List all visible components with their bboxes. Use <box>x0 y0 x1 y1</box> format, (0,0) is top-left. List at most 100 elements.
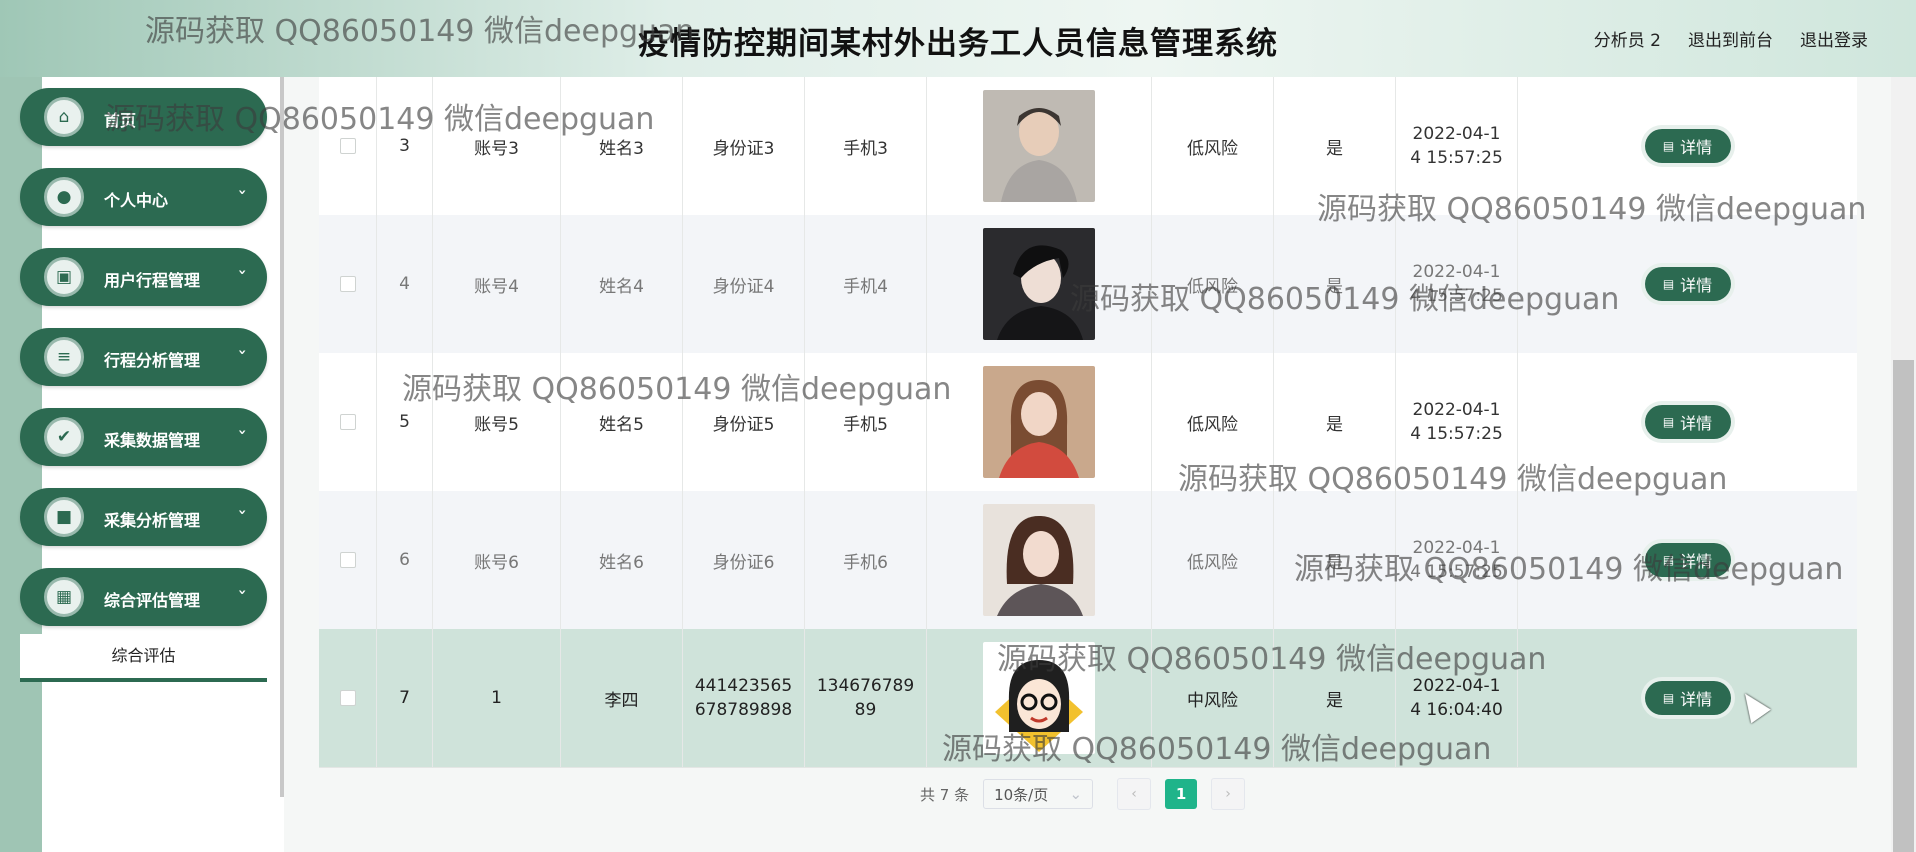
avatar-photo <box>983 504 1095 616</box>
sidebar-item-label: 个人中心 <box>104 191 169 210</box>
cell-name: 姓名5 <box>561 353 683 491</box>
chevron-right-icon: › <box>1225 786 1231 802</box>
cell-index: 3 <box>377 77 433 215</box>
cell-idcard: 身份证5 <box>683 353 805 491</box>
sidebar-item-label: 行程分析管理 <box>104 351 201 370</box>
detail-button[interactable]: ▤ 详情 <box>1644 543 1731 577</box>
person-icon: ● <box>44 177 84 217</box>
cell-account: 账号3 <box>433 77 561 215</box>
detail-button[interactable]: ▤ 详情 <box>1644 681 1731 715</box>
clipboard-check-icon: ✔ <box>44 417 84 457</box>
cell-account: 账号5 <box>433 353 561 491</box>
sidebar: ⌂ 首页 ● 个人中心 › ▣ 用户行程管理 › ≡ 行程分析管理 › ✔ 采集… <box>20 88 267 648</box>
home-icon: ⌂ <box>44 97 84 137</box>
sidebar-item-personal-center[interactable]: ● 个人中心 › <box>20 168 267 226</box>
cell-time-line2: 4 15:57:25 <box>1410 148 1503 168</box>
cell-phone: 手机5 <box>805 353 927 491</box>
cell-time-line1: 2022-04-1 <box>1412 262 1501 282</box>
avatar-photo <box>983 228 1095 340</box>
cell-account: 账号4 <box>433 215 561 353</box>
cell-phone-line2: 89 <box>854 700 877 720</box>
prev-page-button[interactable]: ‹ <box>1117 778 1152 810</box>
cell-index: 7 <box>377 629 433 767</box>
chevron-down-icon: › <box>234 269 251 275</box>
avatar-photo <box>983 90 1095 202</box>
row-checkbox[interactable] <box>339 552 356 568</box>
cell-time-line1: 2022-04-1 <box>1412 538 1501 558</box>
sidebar-item-home[interactable]: ⌂ 首页 <box>20 88 267 146</box>
grid-icon: ▦ <box>44 577 84 617</box>
sidebar-item-collect-analysis[interactable]: ■ 采集分析管理 › <box>20 488 267 546</box>
cell-flag: 是 <box>1274 629 1396 767</box>
cell-idcard: 身份证6 <box>683 491 805 629</box>
avatar-cartoon <box>983 642 1095 754</box>
table-row: 6 账号6 姓名6 身份证6 手机6 低风险 是 2022-04-1 4 15:5… <box>319 491 1857 630</box>
sidebar-item-label: 采集数据管理 <box>104 431 201 450</box>
cell-phone-line1: 134676789 <box>816 676 915 696</box>
sidebar-item-collect-data[interactable]: ✔ 采集数据管理 › <box>20 408 267 466</box>
table-row: 3 账号3 姓名3 身份证3 手机3 低风险 是 2022-04-1 4 15:5… <box>319 77 1857 216</box>
cell-name: 姓名4 <box>561 215 683 353</box>
detail-button[interactable]: ▤ 详情 <box>1644 405 1731 439</box>
current-user[interactable]: 分析员 2 <box>1594 26 1661 51</box>
cell-time-line2: 4 15:57:25 <box>1410 286 1503 306</box>
table-row: 5 账号5 姓名5 身份证5 手机5 低风险 是 2022-04-1 4 15:5… <box>319 353 1857 492</box>
back-to-front-link[interactable]: 退出到前台 <box>1688 26 1773 51</box>
sidebar-item-label: 首页 <box>104 111 137 130</box>
document-icon: ▤ <box>1662 691 1675 705</box>
pagination: 共 7 条 10条/页 ⌄ ‹ 1 › <box>920 778 1259 810</box>
cell-name: 李四 <box>561 629 683 767</box>
cell-time-line1: 2022-04-1 <box>1412 676 1501 696</box>
page-number-current[interactable]: 1 <box>1165 779 1198 809</box>
cell-idcard-line2: 678789898 <box>694 700 793 720</box>
page-size-select[interactable]: 10条/页 ⌄ <box>983 779 1094 809</box>
cell-idcard: 身份证4 <box>683 215 805 353</box>
row-checkbox[interactable] <box>339 138 356 154</box>
top-header: 疫情防控期间某村外出务工人员信息管理系统 分析员 2 退出到前台 退出登录 <box>0 0 1916 77</box>
sidebar-item-trip-analysis[interactable]: ≡ 行程分析管理 › <box>20 328 267 386</box>
chevron-down-icon: › <box>234 189 251 195</box>
sidebar-item-overall-eval[interactable]: ▦ 综合评估管理 › <box>20 568 267 626</box>
chevron-left-icon: ‹ <box>1131 786 1137 802</box>
cell-name: 姓名6 <box>561 491 683 629</box>
logout-link[interactable]: 退出登录 <box>1800 26 1868 51</box>
cell-idcard: 身份证3 <box>683 77 805 215</box>
scrollbar-thumb[interactable] <box>1893 360 1914 852</box>
next-page-button[interactable]: › <box>1211 778 1246 810</box>
cell-index: 6 <box>377 491 433 629</box>
cell-flag: 是 <box>1274 491 1396 629</box>
document-icon: ▤ <box>1662 139 1675 153</box>
cell-time-line2: 4 15:57:25 <box>1410 562 1503 582</box>
row-checkbox[interactable] <box>339 690 356 706</box>
cell-time-line2: 4 15:57:25 <box>1410 424 1503 444</box>
sidebar-item-label: 采集分析管理 <box>104 511 201 530</box>
cell-name: 姓名3 <box>561 77 683 215</box>
avatar-photo <box>983 366 1095 478</box>
clipboard-icon: ▣ <box>44 257 84 297</box>
chevron-down-icon: › <box>234 589 251 595</box>
submenu-item-overall-eval[interactable]: 综合评估 <box>20 634 267 682</box>
cell-account: 1 <box>433 629 561 767</box>
chevron-down-icon: › <box>234 429 251 435</box>
chevron-down-icon: ⌄ <box>1069 785 1083 803</box>
chevron-down-icon: › <box>234 509 251 515</box>
pagination-total: 共 7 条 <box>920 785 970 804</box>
detail-button[interactable]: ▤ 详情 <box>1644 129 1731 163</box>
cell-phone: 手机3 <box>805 77 927 215</box>
cell-risk: 中风险 <box>1152 629 1274 767</box>
cell-flag: 是 <box>1274 77 1396 215</box>
cell-time-line1: 2022-04-1 <box>1412 124 1501 144</box>
cell-idcard-line1: 441423565 <box>694 676 793 696</box>
row-checkbox[interactable] <box>339 414 356 430</box>
page-size-value: 10条/页 <box>994 785 1049 804</box>
cell-flag: 是 <box>1274 215 1396 353</box>
detail-button[interactable]: ▤ 详情 <box>1644 267 1731 301</box>
row-checkbox[interactable] <box>339 276 356 292</box>
document-icon: ▤ <box>1662 553 1675 567</box>
sidebar-item-user-trip[interactable]: ▣ 用户行程管理 › <box>20 248 267 306</box>
table-row: 4 账号4 姓名4 身份证4 手机4 低风险 是 2022-04-1 4 15:5… <box>319 215 1857 354</box>
header-actions: 分析员 2 退出到前台 退出登录 <box>1594 26 1868 51</box>
cell-time-line2: 4 16:04:40 <box>1410 700 1503 720</box>
sidebar-divider <box>280 77 284 797</box>
briefcase-icon: ■ <box>44 497 84 537</box>
